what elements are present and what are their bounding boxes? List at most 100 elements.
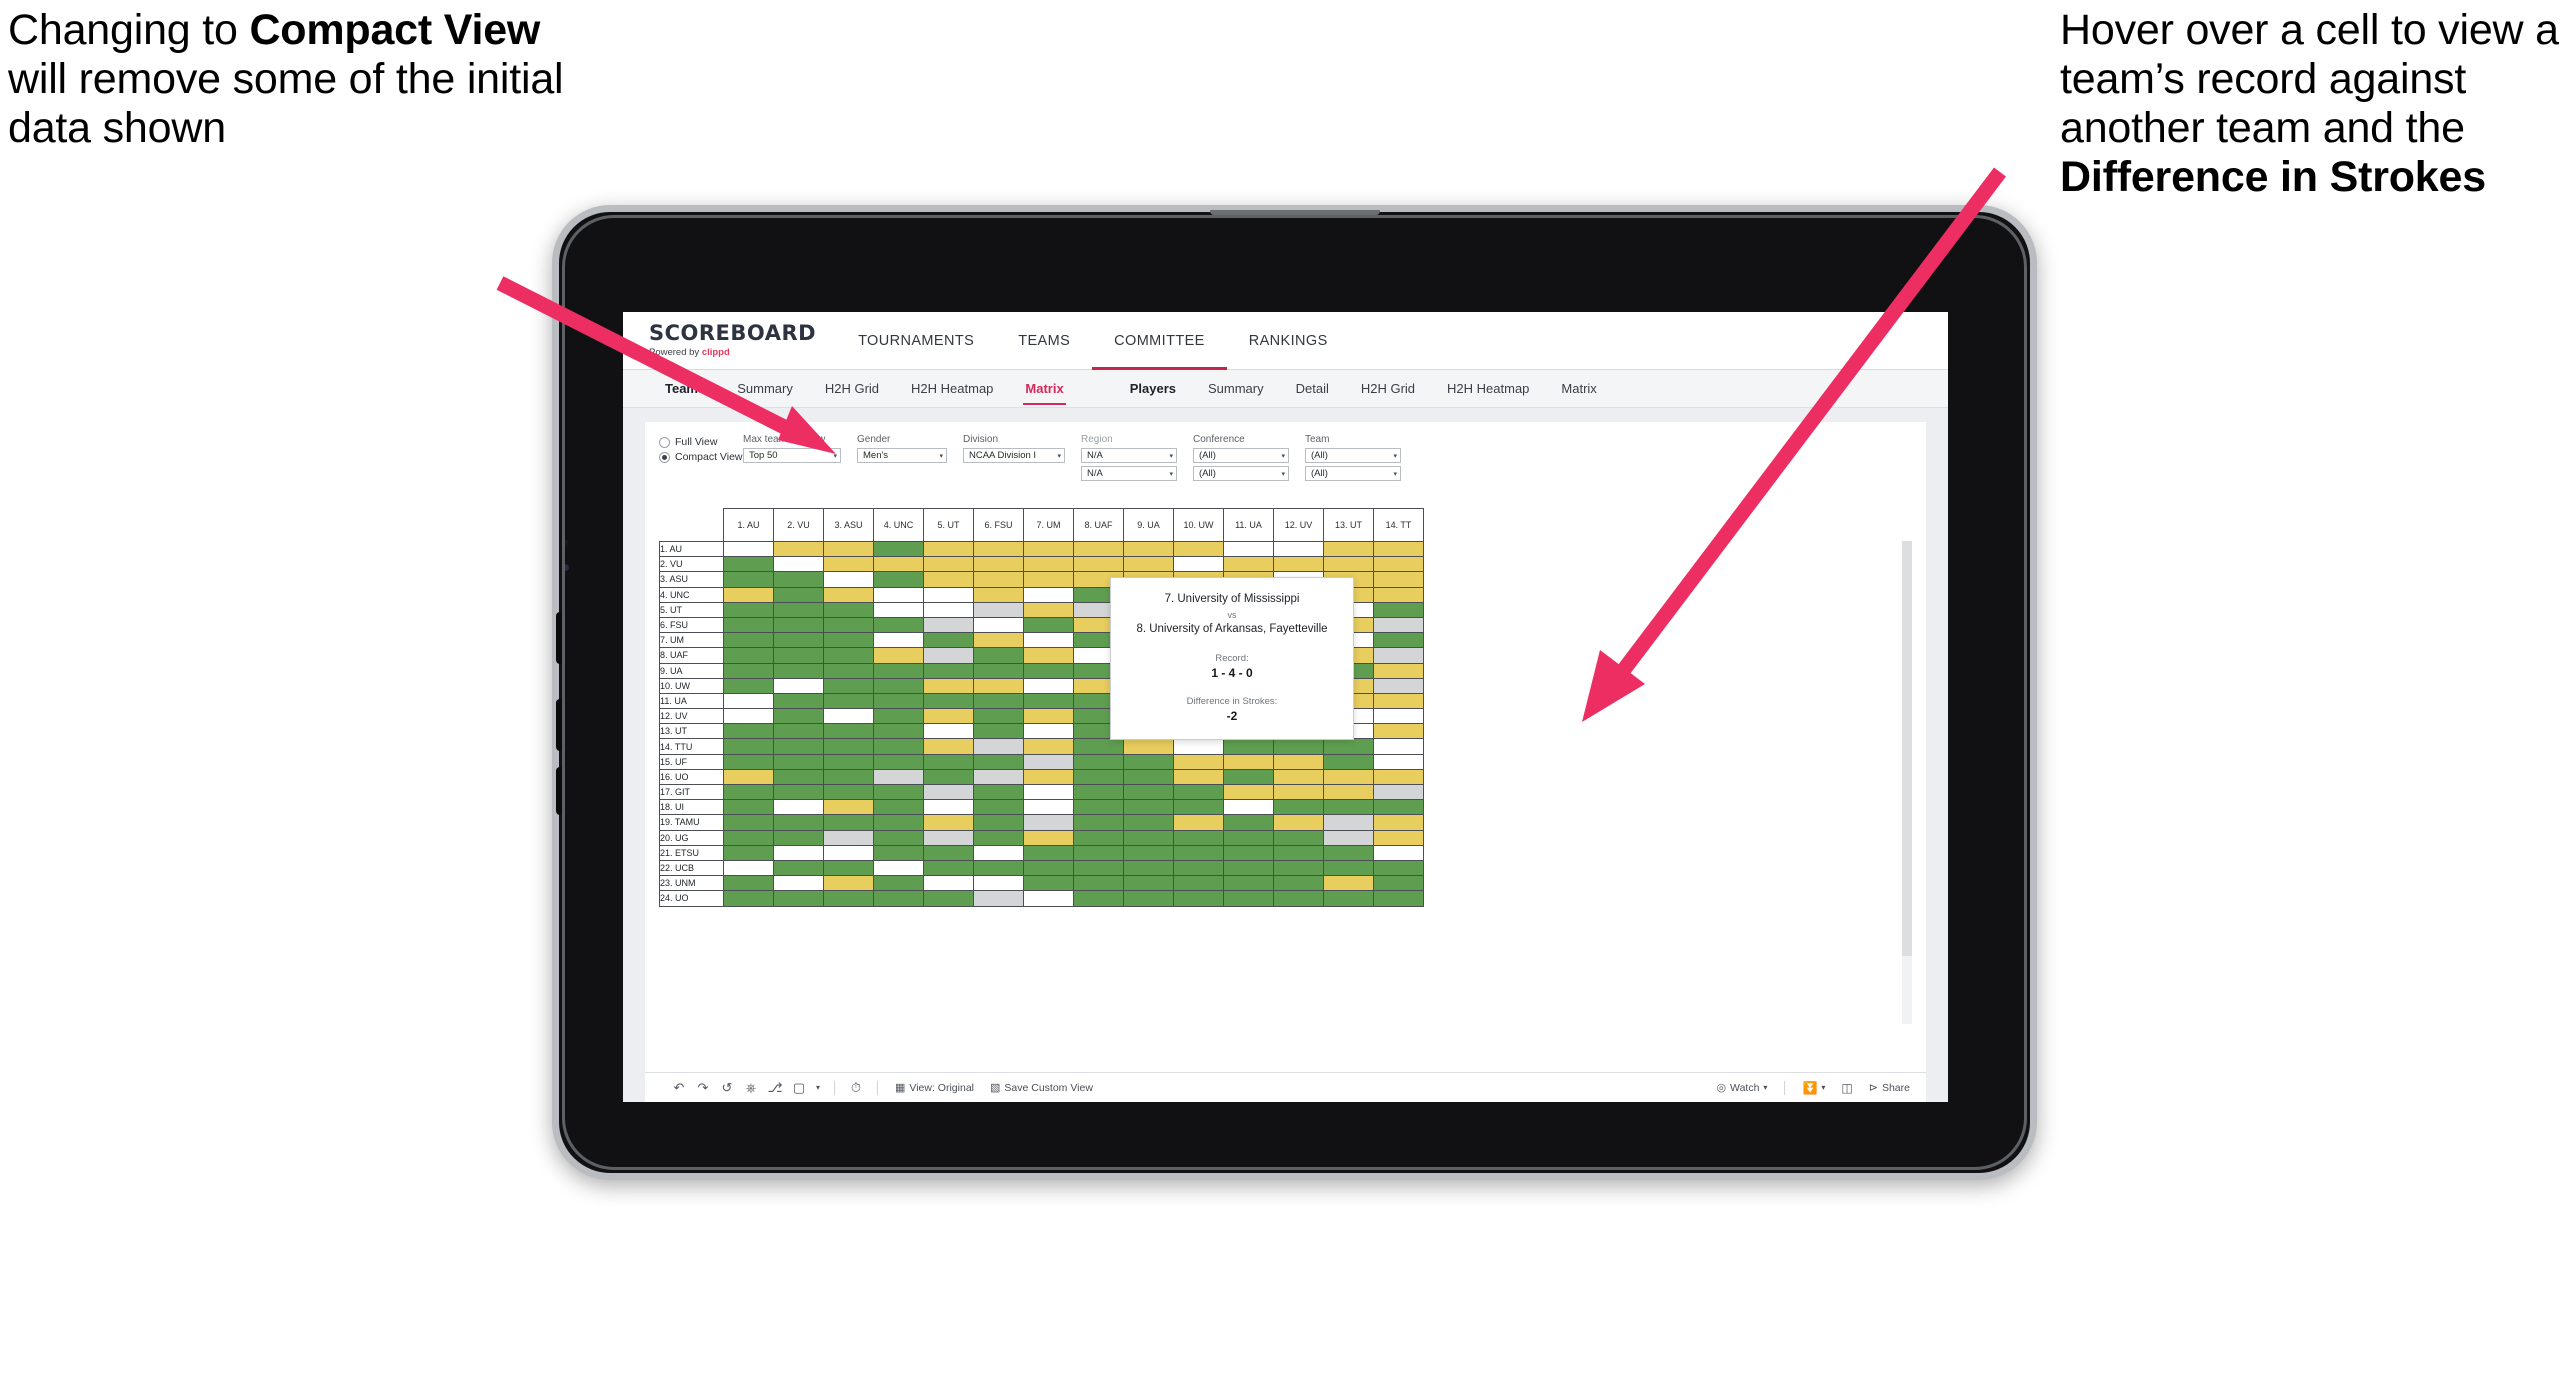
matrix-cell[interactable] [1023, 859, 1074, 877]
matrix-cell[interactable] [1023, 844, 1074, 861]
matrix-cell[interactable] [773, 738, 824, 755]
matrix-cell[interactable] [873, 723, 924, 740]
matrix-cell[interactable] [1023, 571, 1074, 588]
matrix-cell[interactable] [973, 662, 1024, 679]
matrix-cell[interactable] [723, 616, 774, 634]
subnav-item-players[interactable]: Players [1114, 381, 1192, 396]
matrix-cell[interactable] [823, 662, 874, 679]
matrix-cell[interactable] [1273, 768, 1324, 786]
matrix-cell[interactable] [1073, 829, 1124, 846]
matrix-cell[interactable] [1023, 540, 1074, 558]
matrix-cell[interactable] [823, 753, 874, 770]
matrix-cell[interactable] [823, 768, 874, 786]
matrix-cell[interactable] [1223, 783, 1274, 801]
matrix-cell[interactable] [1123, 859, 1174, 877]
app-logo[interactable]: SCOREBOARD Powered by clippd [623, 312, 836, 369]
matrix-cell[interactable] [973, 859, 1024, 877]
matrix-cell[interactable] [923, 616, 974, 634]
matrix-row-header[interactable]: 17. GIT [659, 783, 724, 801]
topnav-item-rankings[interactable]: RANKINGS [1227, 312, 1350, 369]
matrix-cell[interactable] [1173, 753, 1224, 770]
matrix-cell[interactable] [1123, 890, 1174, 907]
matrix-cell[interactable] [873, 571, 924, 588]
matrix-cell[interactable] [1073, 540, 1124, 558]
matrix-cell[interactable] [773, 708, 824, 725]
matrix-cell[interactable] [1023, 662, 1074, 679]
matrix-cell[interactable] [1173, 814, 1224, 831]
matrix-cell[interactable] [773, 586, 824, 603]
matrix-cell[interactable] [1323, 753, 1374, 770]
filter-select[interactable]: NCAA Division I ▾ [963, 448, 1065, 463]
matrix-cell[interactable] [823, 571, 874, 588]
matrix-cell[interactable] [1373, 890, 1424, 907]
matrix-cell[interactable] [873, 829, 924, 846]
matrix-cell[interactable] [723, 723, 774, 740]
matrix-cell[interactable] [773, 875, 824, 892]
matrix-cell[interactable] [1023, 708, 1074, 725]
matrix-cell[interactable] [773, 616, 824, 634]
matrix-cell[interactable] [923, 723, 974, 740]
matrix-row-header[interactable]: 1. AU [659, 540, 724, 558]
matrix-column-header[interactable]: 10. UW [1173, 508, 1224, 542]
matrix-cell[interactable] [773, 783, 824, 801]
matrix-cell[interactable] [873, 708, 924, 725]
matrix-cell[interactable] [973, 829, 1024, 846]
matrix-column-header[interactable]: 13. UT [1323, 508, 1374, 542]
matrix-cell[interactable] [1023, 556, 1074, 573]
radio-compact-view[interactable]: Compact View [659, 451, 743, 463]
radio-full-view[interactable]: Full View [659, 436, 743, 448]
matrix-cell[interactable] [1273, 738, 1324, 755]
matrix-row-header[interactable]: 14. TTU [659, 738, 724, 755]
matrix-cell[interactable] [723, 677, 774, 694]
tablet-side-button-bottom[interactable] [556, 767, 565, 815]
matrix-cell[interactable] [1073, 875, 1124, 892]
matrix-row-header[interactable]: 15. UF [659, 753, 724, 770]
matrix-cell[interactable] [923, 738, 974, 755]
matrix-cell[interactable] [923, 753, 974, 770]
matrix-cell[interactable] [823, 844, 874, 861]
matrix-cell[interactable] [1023, 738, 1074, 755]
matrix-cell[interactable] [823, 875, 874, 892]
matrix-row-header[interactable]: 8. UAF [659, 647, 724, 664]
matrix-cell[interactable] [1273, 890, 1324, 907]
matrix-cell[interactable] [1373, 586, 1424, 603]
filter-select[interactable]: (All) ▾ [1305, 466, 1401, 481]
matrix-cell[interactable] [1323, 540, 1374, 558]
caret-down-icon[interactable]: ▾ [811, 1083, 825, 1092]
subnav-item-h2h-grid[interactable]: H2H Grid [809, 381, 895, 396]
matrix-cell[interactable] [1223, 540, 1274, 558]
matrix-cell[interactable] [723, 738, 774, 755]
matrix-cell[interactable] [1123, 540, 1174, 558]
matrix-cell[interactable] [973, 783, 1024, 801]
matrix-cell[interactable] [873, 616, 924, 634]
matrix-cell[interactable] [923, 844, 974, 861]
matrix-cell[interactable] [923, 708, 974, 725]
matrix-row-header[interactable]: 21. ETSU [659, 844, 724, 861]
matrix-cell[interactable] [773, 814, 824, 831]
matrix-cell[interactable] [1173, 556, 1224, 573]
matrix-column-header[interactable]: 1. AU [723, 508, 774, 542]
matrix-cell[interactable] [1373, 859, 1424, 877]
matrix-cell[interactable] [723, 601, 774, 618]
matrix-cell[interactable] [823, 692, 874, 710]
matrix-cell[interactable] [1323, 768, 1374, 786]
matrix-cell[interactable] [1373, 783, 1424, 801]
matrix-cell[interactable] [1323, 829, 1374, 846]
matrix-cell[interactable] [723, 768, 774, 786]
matrix-cell[interactable] [823, 814, 874, 831]
matrix-cell[interactable] [1373, 723, 1424, 740]
matrix-cell[interactable] [923, 890, 974, 907]
matrix-cell[interactable] [1173, 890, 1224, 907]
matrix-cell[interactable] [1023, 890, 1074, 907]
matrix-cell[interactable] [773, 890, 824, 907]
matrix-column-header[interactable]: 8. UAF [1073, 508, 1124, 542]
matrix-cell[interactable] [1123, 875, 1174, 892]
matrix-cell[interactable] [1273, 875, 1324, 892]
tablet-side-button-top[interactable] [556, 612, 565, 664]
subnav-item-h2h-grid[interactable]: H2H Grid [1345, 381, 1431, 396]
matrix-cell[interactable] [723, 783, 774, 801]
matrix-cell[interactable] [723, 844, 774, 861]
matrix-cell[interactable] [923, 814, 974, 831]
matrix-cell[interactable] [723, 799, 774, 816]
matrix-cell[interactable] [973, 616, 1024, 634]
